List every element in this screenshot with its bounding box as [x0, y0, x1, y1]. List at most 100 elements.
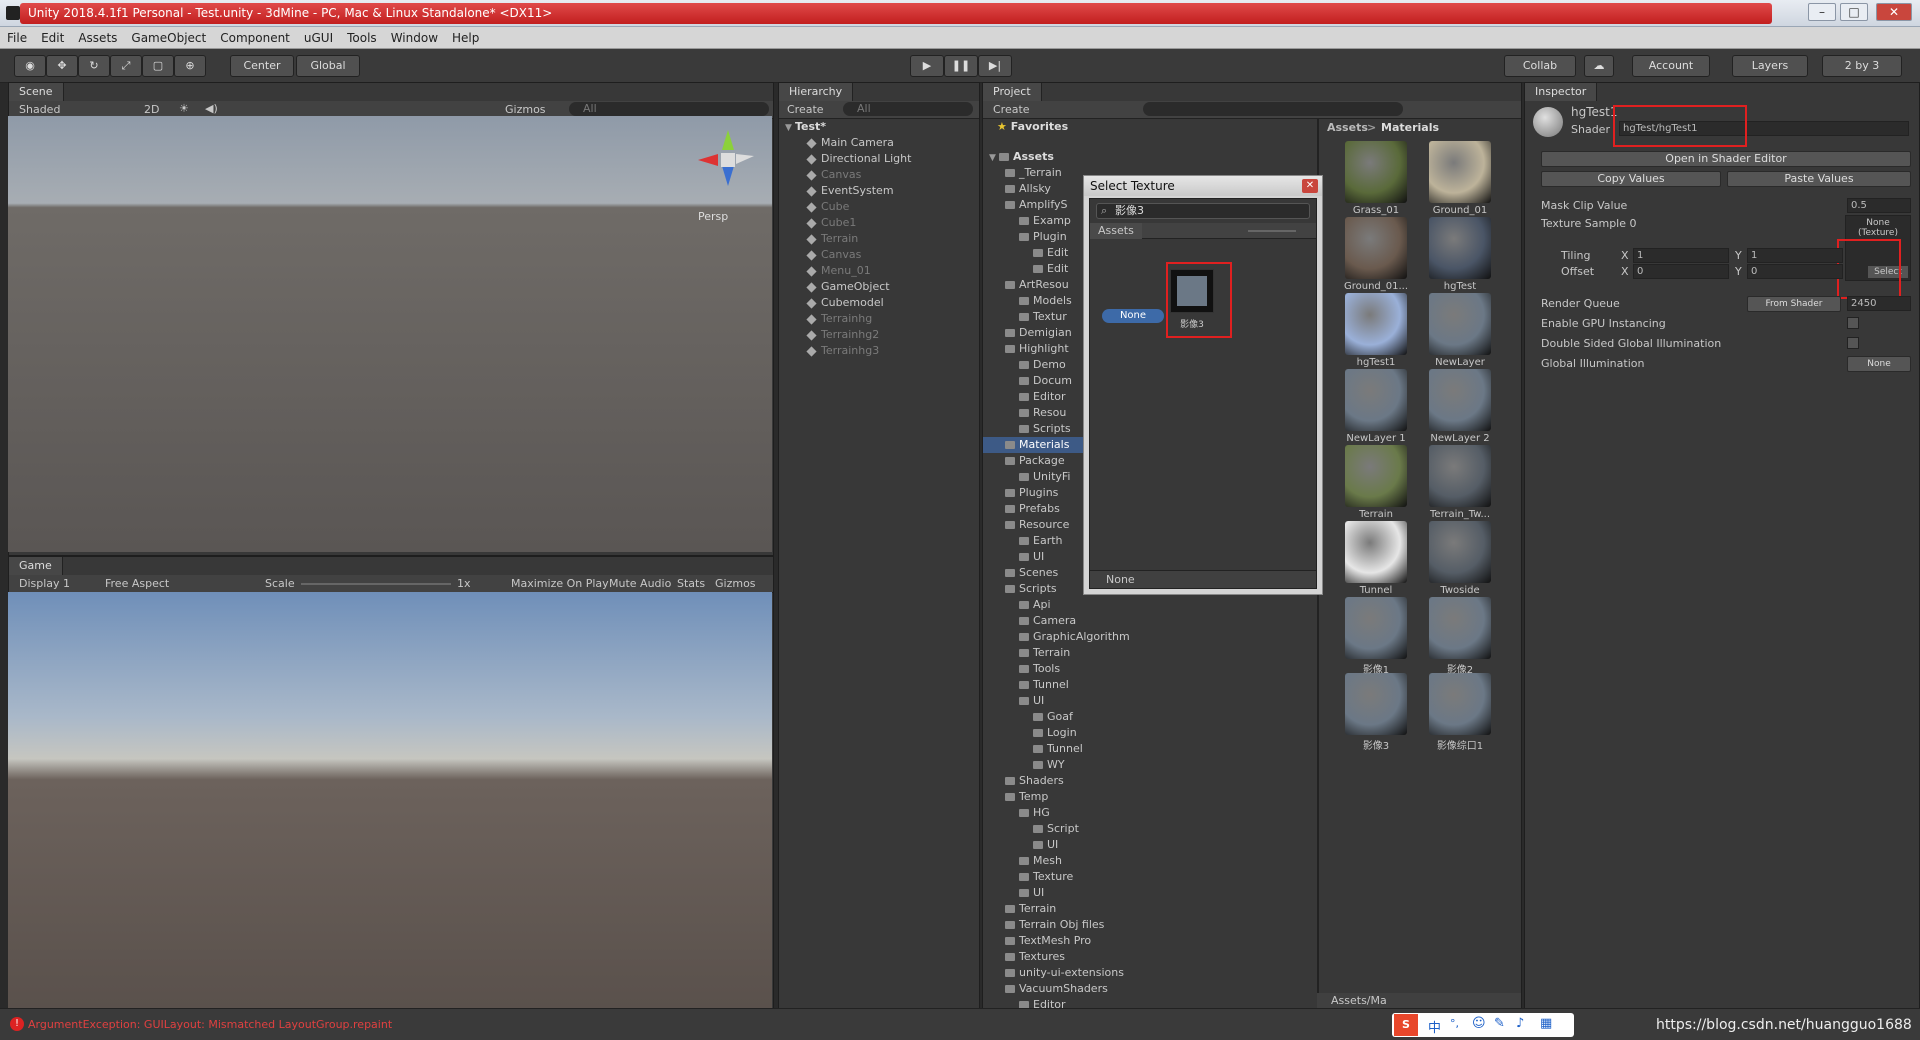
hierarchy-item[interactable]: Canvas — [779, 167, 979, 183]
axis-gizmo-icon[interactable] — [688, 120, 768, 200]
scene-viewport[interactable]: Persp — [8, 116, 772, 552]
maximize-toggle[interactable]: Maximize On Play — [511, 577, 609, 590]
shading-dropdown[interactable]: Shaded — [19, 103, 60, 116]
display-dropdown[interactable]: Display 1 — [19, 577, 70, 590]
game-gizmos-dropdown[interactable]: Gizmos — [715, 577, 756, 590]
menu-help[interactable]: Help — [445, 27, 486, 49]
project-folder-item[interactable]: Goaf — [983, 709, 1311, 725]
project-folder-item[interactable]: TextMesh Pro — [983, 933, 1311, 949]
project-folder-item[interactable]: Camera — [983, 613, 1311, 629]
rotate-tool-icon[interactable]: ↻ — [78, 55, 110, 77]
double-sided-gi-checkbox[interactable] — [1847, 337, 1859, 349]
2d-toggle[interactable]: 2D — [144, 103, 159, 116]
move-tool-icon[interactable]: ✥ — [46, 55, 78, 77]
hierarchy-item[interactable]: Main Camera — [779, 135, 979, 151]
project-folder-item[interactable]: Api — [983, 597, 1311, 613]
pause-icon[interactable]: ❚❚ — [944, 55, 978, 77]
pivot-center-button[interactable]: Center — [230, 55, 294, 77]
asset-thumbnail[interactable] — [1345, 141, 1407, 203]
audio-icon[interactable]: ◀) — [205, 102, 218, 115]
mask-clip-field[interactable]: 0.5 — [1847, 198, 1911, 213]
dialog-close-icon[interactable]: ✕ — [1302, 179, 1318, 193]
tab-game[interactable]: Game — [9, 557, 63, 575]
asset-thumbnail[interactable] — [1345, 293, 1407, 355]
menu-file[interactable]: File — [0, 27, 34, 49]
layers-dropdown[interactable]: Layers — [1732, 55, 1808, 77]
pen-icon[interactable]: ✎ — [1494, 1016, 1505, 1031]
aspect-dropdown[interactable]: Free Aspect — [105, 577, 169, 590]
project-folder-item[interactable]: Temp — [983, 789, 1311, 805]
project-folder-item[interactable]: Textures — [983, 949, 1311, 965]
thumb-size-slider[interactable] — [1248, 230, 1296, 232]
tab-project[interactable]: Project — [983, 83, 1042, 101]
tab-scene[interactable]: Scene — [9, 83, 64, 101]
hierarchy-item[interactable]: Terrainhg2 — [779, 327, 979, 343]
menu-tools[interactable]: Tools — [340, 27, 384, 49]
project-folder-item[interactable]: Terrain — [983, 645, 1311, 661]
play-icon[interactable]: ▶ — [910, 55, 944, 77]
project-folder-item[interactable]: Mesh — [983, 853, 1311, 869]
project-create-button[interactable]: Create — [993, 103, 1030, 116]
cloud-icon[interactable]: ☁ — [1584, 55, 1614, 77]
tab-inspector[interactable]: Inspector — [1525, 83, 1598, 101]
asset-thumbnail[interactable] — [1429, 673, 1491, 735]
tab-hierarchy[interactable]: Hierarchy — [779, 83, 854, 101]
game-viewport[interactable] — [8, 592, 772, 1009]
menu-assets[interactable]: Assets — [71, 27, 124, 49]
rect-tool-icon[interactable]: ▢ — [142, 55, 174, 77]
copy-values-button[interactable]: Copy Values — [1541, 171, 1721, 187]
asset-thumbnail[interactable] — [1429, 597, 1491, 659]
scale-slider[interactable] — [301, 583, 451, 585]
transform-tool-icon[interactable]: ⊕ — [174, 55, 206, 77]
asset-thumbnail[interactable] — [1429, 217, 1491, 279]
scene-search-input[interactable]: All — [569, 102, 769, 116]
hand-tool-icon[interactable]: ◉ — [14, 55, 46, 77]
menu-component[interactable]: Component — [213, 27, 297, 49]
console-error-message[interactable]: ArgumentException: GUILayout: Mismatched… — [28, 1018, 392, 1031]
offset-y-field[interactable]: 0 — [1747, 264, 1843, 279]
asset-thumbnail[interactable] — [1345, 673, 1407, 735]
breadcrumb-materials[interactable]: Materials — [1381, 121, 1439, 134]
project-folder-item[interactable]: Tunnel — [983, 677, 1311, 693]
open-shader-editor-button[interactable]: Open in Shader Editor — [1541, 151, 1911, 167]
project-folder-item[interactable]: Login — [983, 725, 1311, 741]
scene-root[interactable]: ▼ Test* — [779, 119, 979, 135]
asset-thumbnail[interactable] — [1429, 141, 1491, 203]
mic-icon[interactable]: ♪ — [1516, 1016, 1524, 1031]
project-search-input[interactable] — [1143, 102, 1403, 116]
scale-tool-icon[interactable]: ⤢ — [110, 55, 142, 77]
project-folder-item[interactable]: VacuumShaders — [983, 981, 1311, 997]
gpu-instancing-checkbox[interactable] — [1847, 317, 1859, 329]
render-queue-field[interactable]: 2450 — [1847, 296, 1911, 311]
asset-thumbnail[interactable] — [1429, 369, 1491, 431]
hierarchy-item[interactable]: Terrain — [779, 231, 979, 247]
project-folder-item[interactable]: HG — [983, 805, 1311, 821]
project-folder-item[interactable]: Tunnel — [983, 741, 1311, 757]
project-folder-item[interactable]: GraphicAlgorithm — [983, 629, 1311, 645]
asset-thumbnail[interactable] — [1345, 445, 1407, 507]
project-folder-item[interactable]: Script — [983, 821, 1311, 837]
hierarchy-item[interactable]: Cube — [779, 199, 979, 215]
project-folder-item[interactable]: unity-ui-extensions — [983, 965, 1311, 981]
project-folder-item[interactable]: Tools — [983, 661, 1311, 677]
global-illumination-dropdown[interactable]: None — [1847, 356, 1911, 372]
asset-thumbnail[interactable] — [1429, 445, 1491, 507]
dialog-tab-assets[interactable]: Assets — [1090, 223, 1142, 239]
account-dropdown[interactable]: Account — [1632, 55, 1710, 77]
hierarchy-item[interactable]: Directional Light — [779, 151, 979, 167]
ime-punct-icon[interactable]: °, — [1450, 1017, 1459, 1030]
hierarchy-item[interactable]: Menu_01 — [779, 263, 979, 279]
pivot-global-button[interactable]: Global — [296, 55, 360, 77]
asset-thumbnail[interactable] — [1345, 597, 1407, 659]
menu-edit[interactable]: Edit — [34, 27, 71, 49]
menu-window[interactable]: Window — [384, 27, 445, 49]
offset-x-field[interactable]: 0 — [1633, 264, 1729, 279]
asset-thumbnail[interactable] — [1345, 369, 1407, 431]
grid-icon[interactable]: ▦ — [1540, 1016, 1552, 1031]
hierarchy-item[interactable]: Cubemodel — [779, 295, 979, 311]
close-window-button[interactable]: ✕ — [1876, 3, 1912, 21]
render-queue-dropdown[interactable]: From Shader — [1747, 296, 1841, 312]
project-folder-item[interactable]: UI — [983, 885, 1311, 901]
lighting-icon[interactable]: ☀ — [179, 102, 189, 115]
sogou-icon[interactable]: S — [1394, 1014, 1418, 1036]
